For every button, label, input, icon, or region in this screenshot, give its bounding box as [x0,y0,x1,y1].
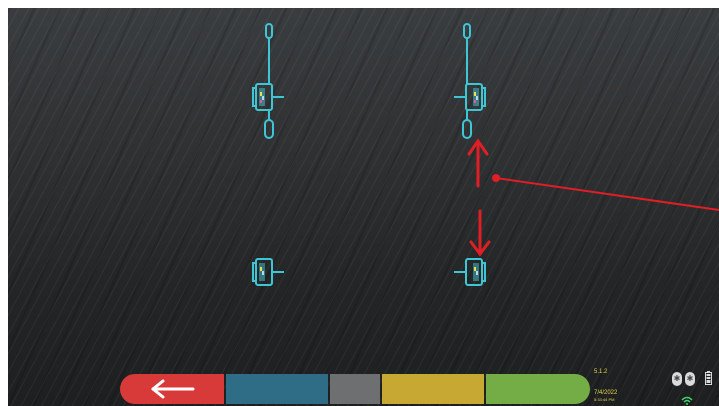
callout-line [495,177,719,211]
bluetooth-icon: ✱ [685,372,695,386]
version-label: 5.1.2 [594,369,608,375]
annotation-overlay [467,138,719,257]
toolbar-button-yellow[interactable] [381,374,485,404]
battery-icon [705,371,712,385]
bottom-toolbar [120,374,590,404]
wifi-icon [681,396,693,405]
callout-dot [492,174,500,182]
toolbar-button-green[interactable] [486,374,590,404]
back-button[interactable] [120,374,224,404]
toolbar-button-blue[interactable] [225,374,329,404]
time-label: 5:33:44 PM [594,397,615,402]
toolbar-button-gray[interactable] [330,374,380,404]
bluetooth-icon: ✱ [672,372,682,386]
alignment-screen: 5.1.2 7/4/2022 5:33:44 PM ✱ ✱ [8,8,719,406]
left-arrow-icon [151,379,195,399]
date-label: 7/4/2022 [594,390,618,396]
